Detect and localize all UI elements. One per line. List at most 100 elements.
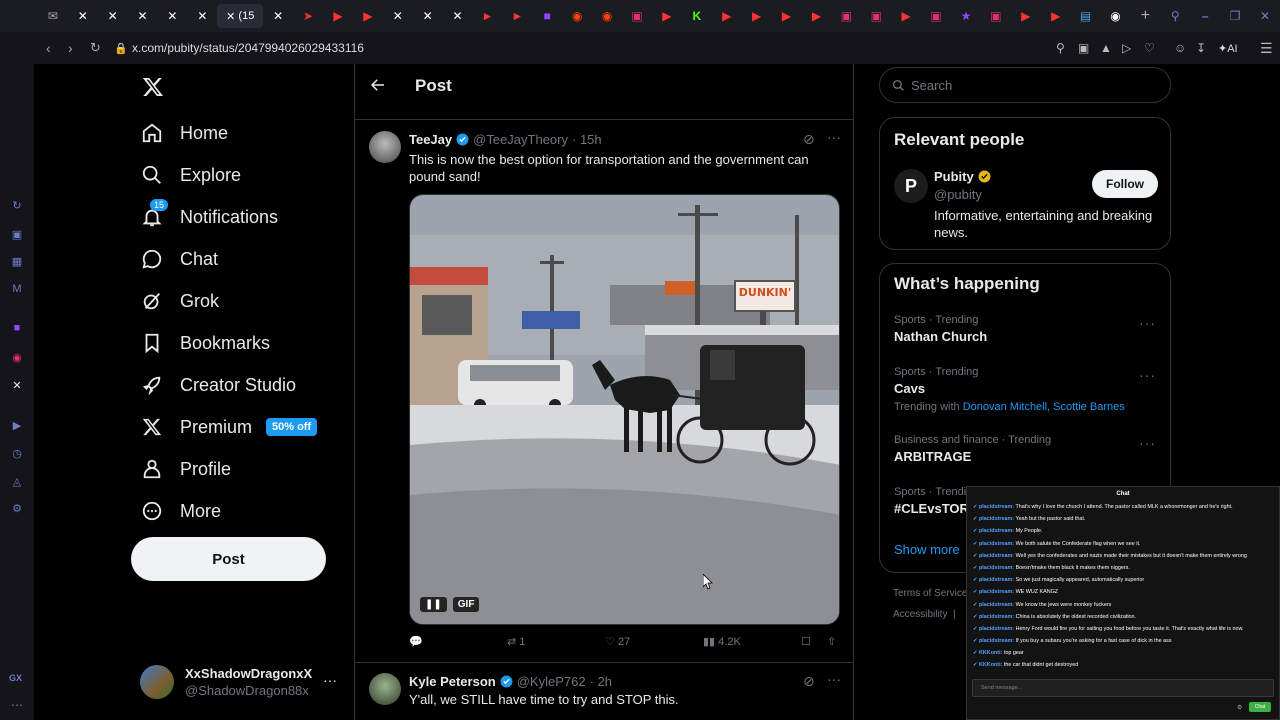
sidebar-more-icon[interactable]: ⋯ (11, 698, 23, 712)
chat-username[interactable]: placidstream: (979, 577, 1014, 583)
play-icon[interactable]: ▷ (1122, 41, 1144, 55)
chat-username[interactable]: placidstream: (979, 638, 1014, 644)
tweet[interactable]: Kyle Peterson @KyleP762 · 2h ⊘ ··· Y'all… (355, 664, 853, 720)
tab-youtube-icon[interactable]: ▶ (323, 0, 353, 32)
maximize-icon[interactable]: ❐ (1220, 0, 1250, 32)
tab-x-icon[interactable]: ✕ (413, 0, 443, 32)
accessibility-link[interactable]: Accessibility | (893, 609, 956, 620)
tab-twitch-icon[interactable]: ■ (532, 0, 562, 32)
bot-icon[interactable]: ▣ (9, 226, 25, 242)
nav-profile[interactable]: Profile (140, 448, 231, 490)
tab-youtube-icon[interactable]: ▶ (742, 0, 772, 32)
history-icon[interactable]: ◷ (9, 445, 25, 461)
trend-more-icon[interactable]: ··· (1139, 315, 1156, 331)
chat-username[interactable]: placidstream: (979, 589, 1014, 595)
back-icon[interactable]: ‹ (46, 40, 68, 56)
tab-youtube-icon[interactable]: ▶ (652, 0, 682, 32)
tab-youtube-icon[interactable]: ▶ (712, 0, 742, 32)
tweet-more-icon[interactable]: ··· (827, 671, 841, 687)
tab-youtube-icon[interactable]: ▶ (801, 0, 831, 32)
close-window-icon[interactable]: ✕ (1250, 0, 1280, 32)
chat-send-button[interactable]: Chat (1249, 702, 1271, 712)
chat-username[interactable]: KKKonti: (979, 650, 1002, 656)
nav-home[interactable]: Home (140, 112, 228, 154)
menu-icon[interactable]: ☰ (1260, 40, 1280, 57)
tab-instagram-icon[interactable]: ▣ (622, 0, 652, 32)
tab-mail-icon[interactable]: ✉ (38, 0, 68, 32)
reload-icon[interactable]: ↻ (90, 40, 114, 56)
chat-username[interactable]: placidstream: (979, 504, 1014, 510)
back-arrow-icon[interactable] (369, 76, 387, 94)
tab-x-icon[interactable]: ✕ (383, 0, 413, 32)
chat-settings-icon[interactable]: ⚙ (1237, 704, 1242, 711)
author-handle[interactable]: @KyleP762 (517, 674, 586, 689)
terms-link[interactable]: Terms of Service (893, 588, 967, 599)
tweet-gif[interactable]: DUNKIN' ❚❚ GIF (409, 194, 840, 625)
show-more-link[interactable]: Show more (894, 542, 960, 557)
relevant-name[interactable]: Pubity (934, 169, 974, 184)
tab-app-icon[interactable]: ► (502, 0, 532, 32)
extensions-icon[interactable]: ◬ (9, 473, 25, 489)
pause-icon[interactable]: ❚❚ (420, 597, 447, 612)
trend-item[interactable]: Sports · Trending Cavs Trending with Don… (894, 366, 1164, 413)
share-icon[interactable]: ⇧ (827, 635, 836, 648)
search-tabs-icon[interactable]: ⚲ (1160, 0, 1190, 32)
tab-reddit-icon[interactable]: ◉ (592, 0, 622, 32)
tab-x-icon[interactable]: ✕ (443, 0, 473, 32)
bookmark-button-icon[interactable]: ☐ (801, 635, 811, 648)
tab-instagram-icon[interactable]: ▣ (921, 0, 951, 32)
repost-button[interactable]: ⇄ 1 (507, 635, 525, 648)
nav-premium[interactable]: Premium 50% off (140, 406, 318, 448)
chat-username[interactable]: placidstream: (979, 602, 1014, 608)
account-switcher[interactable]: XxShadowDragonxX @ShadowDragon88x ··· (140, 664, 337, 704)
tab-app-icon[interactable]: ► (473, 0, 503, 32)
chat-username[interactable]: placidstream: (979, 626, 1014, 632)
tab-youtube-icon[interactable]: ▶ (1011, 0, 1041, 32)
chat-input[interactable]: Send message... (972, 679, 1274, 697)
settings-icon[interactable]: ⚙ (9, 500, 25, 516)
relevant-handle[interactable]: @pubity (934, 187, 982, 202)
avatar[interactable] (369, 131, 401, 163)
chat-username[interactable]: placidstream: (979, 565, 1014, 571)
nav-explore[interactable]: Explore (140, 154, 241, 196)
chat-username[interactable]: placidstream: (979, 553, 1014, 559)
pin-icon[interactable]: ⚲ (1056, 41, 1078, 55)
search-input[interactable]: Search (879, 67, 1171, 103)
tab-instagram-icon[interactable]: ▣ (831, 0, 861, 32)
nav-grok[interactable]: Grok (140, 280, 219, 322)
tab-youtube-icon[interactable]: ▶ (1041, 0, 1071, 32)
heart-icon[interactable]: ♡ (1144, 41, 1174, 55)
trend-item[interactable]: Business and finance · Trending ARBITRAG… (894, 434, 1164, 464)
ai-button[interactable]: ✦AI (1218, 42, 1260, 55)
snapshot-icon[interactable]: ▣ (1078, 41, 1100, 55)
reply-button[interactable]: 💬 (409, 635, 423, 648)
tab-active[interactable]: ✕ (15 (217, 4, 264, 28)
tweet[interactable]: TeeJay @TeeJayTheory · 15h ⊘ ··· This is… (355, 121, 853, 663)
chat-username[interactable]: placidstream: (979, 614, 1014, 620)
tab-instagram-icon[interactable]: ▣ (981, 0, 1011, 32)
like-button[interactable]: ♡ 27 (605, 635, 630, 648)
pubity-avatar[interactable]: P (894, 169, 928, 203)
tab-youtube-icon[interactable]: ▶ (772, 0, 802, 32)
grok-explain-icon[interactable]: ⊘ (803, 673, 815, 690)
account-more-icon[interactable]: ··· (323, 672, 337, 688)
refresh-side-icon[interactable]: ↻ (9, 197, 25, 213)
views-button[interactable]: ▮▮ 4.2K (703, 635, 741, 648)
chat-username[interactable]: placidstream: (979, 541, 1014, 547)
tweet-more-icon[interactable]: ··· (827, 129, 841, 145)
nav-chat[interactable]: Chat (140, 238, 218, 280)
url-field[interactable]: x.com/pubity/status/2047994026029433116 (132, 41, 364, 55)
chat-username[interactable]: placidstream: (979, 528, 1014, 534)
author-handle[interactable]: @TeeJayTheory (473, 132, 568, 147)
nav-creator-studio[interactable]: Creator Studio (140, 364, 296, 406)
new-tab-icon[interactable]: + (1130, 0, 1160, 32)
trending-with-links[interactable]: Donovan Mitchell, Scottie Barnes (963, 401, 1125, 413)
tab-reddit-icon[interactable]: ◉ (562, 0, 592, 32)
tab-x-icon[interactable]: ✕ (187, 0, 217, 32)
ai-icon[interactable]: ▦ (9, 253, 25, 269)
tab-x-icon[interactable]: ✕ (68, 0, 98, 32)
tab-x-icon[interactable]: ✕ (263, 0, 293, 32)
trend-item[interactable]: Sports · Trending Nathan Church (894, 314, 1164, 344)
avatar[interactable] (369, 673, 401, 705)
x-logo-icon[interactable] (142, 76, 164, 98)
